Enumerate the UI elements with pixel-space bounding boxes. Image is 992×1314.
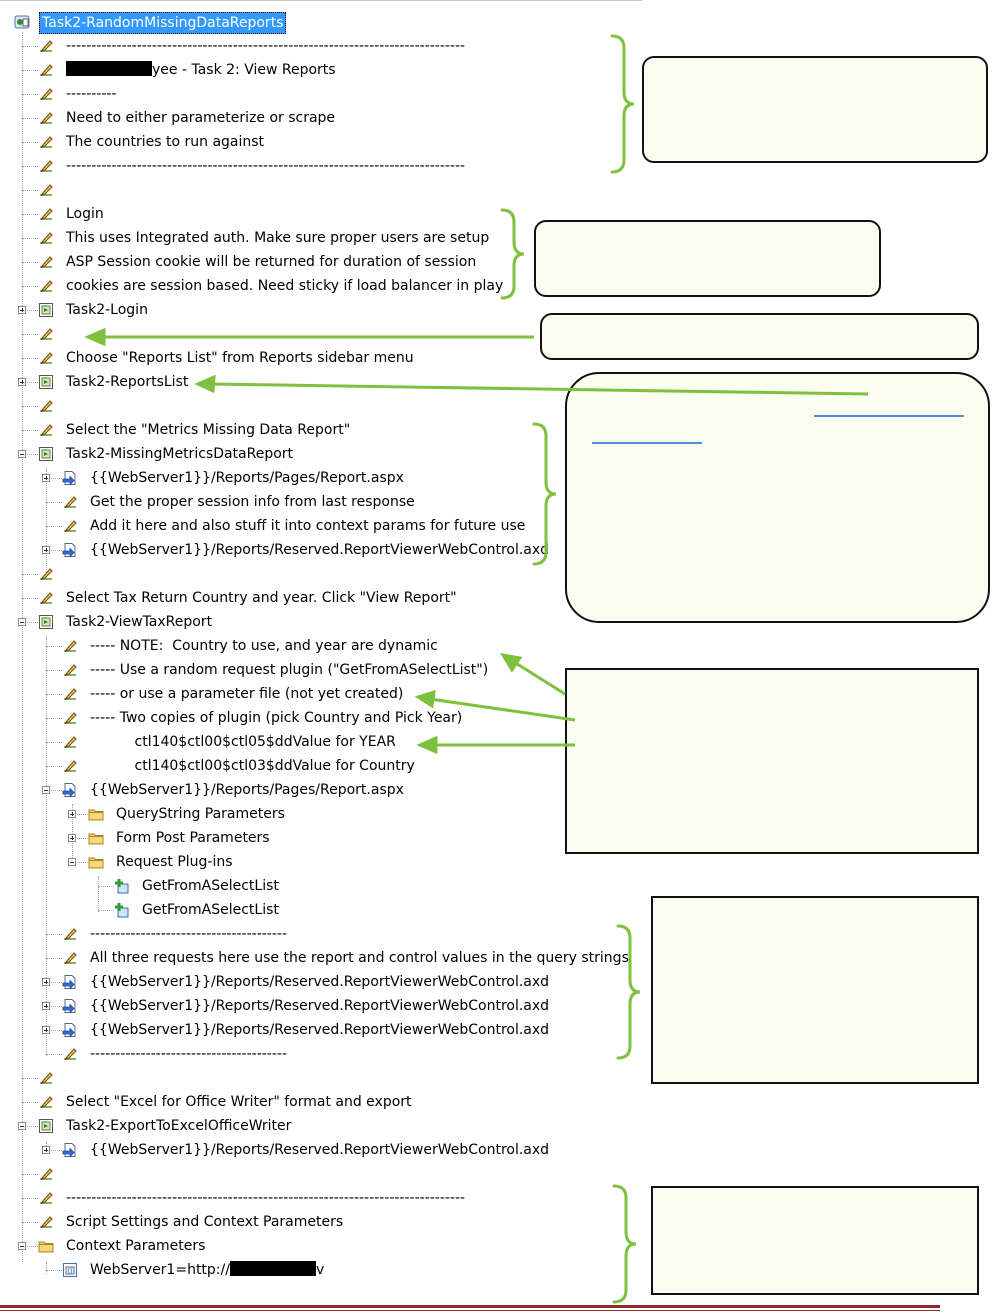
footer-rule-thin <box>0 1310 940 1311</box>
arrow-note2 <box>429 697 576 722</box>
arrow-reportslist <box>209 382 869 396</box>
brace-requests <box>616 924 641 1060</box>
brace-missing <box>532 422 557 566</box>
annotation-overlay <box>84 34 964 1304</box>
footer-rule <box>0 1305 940 1308</box>
brace-context <box>612 1184 637 1304</box>
brace-header <box>610 34 635 174</box>
arrow-note1 <box>513 660 566 696</box>
brace-login <box>500 208 525 300</box>
